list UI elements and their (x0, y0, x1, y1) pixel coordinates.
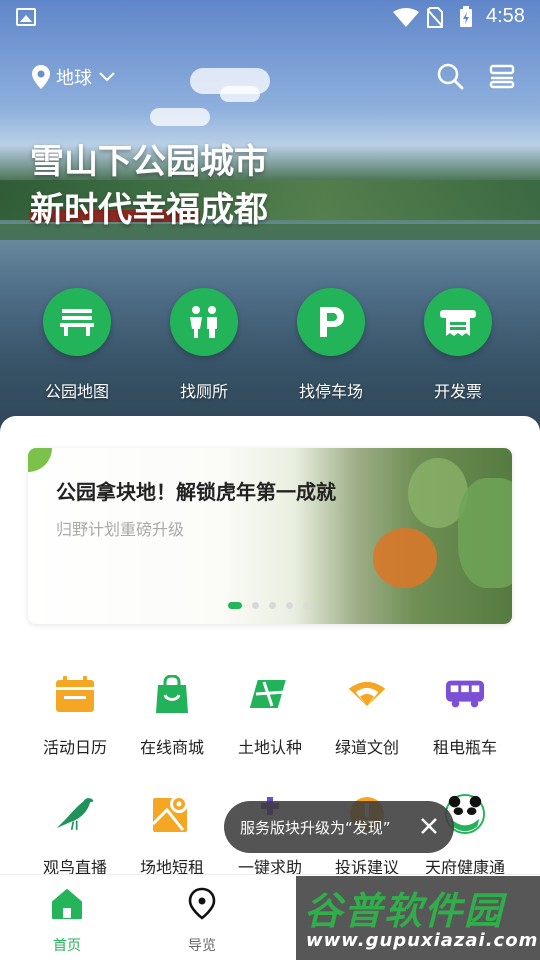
service-label: 活动日历 (42, 738, 107, 757)
bus-icon (445, 680, 485, 708)
tab-label: 导览 (188, 938, 216, 954)
service-label: 绿道文创 (334, 738, 399, 757)
invoice-circle (424, 288, 492, 356)
tab-label: 首页 (53, 938, 81, 954)
menu-icon[interactable] (488, 62, 516, 90)
shopping-bag-icon (156, 675, 188, 713)
watermark-title: 谷普软件园 (304, 889, 505, 933)
restroom-circle (170, 288, 238, 356)
status-bar: 4:58 (0, 0, 540, 36)
banner-pagination (228, 602, 320, 609)
service-label: 在线商城 (139, 738, 204, 757)
banner-title: 公园拿块地！解锁虎年第一成就 (56, 480, 336, 504)
quick-action-label: 找厕所 (179, 382, 228, 401)
kohlrabi-shape (458, 478, 512, 588)
quick-action-parking[interactable]: 找停车场 (276, 288, 386, 402)
watermark: 谷普软件园 www.gupuxiazai.com (296, 876, 540, 960)
tab-guide[interactable]: 导览 (157, 887, 247, 955)
battery-charging-icon (460, 6, 472, 27)
tab-home[interactable]: 首页 (22, 887, 112, 955)
service-label: 租电瓶车 (432, 738, 497, 757)
quick-action-restroom[interactable]: 找厕所 (149, 288, 259, 402)
service-land-planting[interactable]: 土地认种 (220, 674, 320, 758)
service-online-mall[interactable]: 在线商城 (122, 674, 222, 758)
watermark-url: www.gupuxiazai.com (306, 930, 539, 951)
location-label: 地球 (56, 68, 92, 89)
service-bird-watching[interactable]: 观鸟直播 (25, 794, 125, 878)
close-icon[interactable] (418, 815, 440, 837)
quick-action-label: 开发票 (433, 382, 482, 401)
service-activity-calendar[interactable]: 活动日历 (25, 674, 125, 758)
pumpkin-shape (373, 528, 437, 588)
hero-title-line1: 雪山下公园城市 (30, 142, 268, 182)
quick-action-label: 公园地图 (44, 382, 109, 401)
service-label: 土地认种 (237, 738, 302, 757)
service-greenway-creative[interactable]: 绿道文创 (317, 674, 417, 758)
invoice-printer-icon (440, 310, 476, 336)
pagination-dot[interactable] (269, 602, 276, 609)
toast-text: 服务版块升级为“发现” (240, 818, 391, 837)
image-icon (16, 8, 36, 26)
hero-title-line2: 新时代幸福成都 (30, 190, 268, 230)
promo-banner[interactable]: 公园拿块地！解锁虎年第一成就 归野计划重磅升级 (28, 448, 512, 624)
location-selector[interactable]: 地球 (32, 64, 116, 90)
map-pin-icon (153, 795, 188, 832)
location-icon (188, 887, 216, 920)
search-icon[interactable] (436, 62, 464, 90)
pagination-dot[interactable] (252, 602, 259, 609)
pagination-dot[interactable] (303, 602, 310, 609)
quick-action-park-map[interactable]: 公园地图 (22, 288, 132, 402)
pagination-dot[interactable] (286, 602, 293, 609)
home-icon (52, 889, 82, 919)
service-venue-rental[interactable]: 场地短租 (122, 794, 222, 878)
leaf-corner-icon (28, 448, 52, 472)
parking-icon (320, 307, 344, 337)
banner-subtitle: 归野计划重磅升级 (56, 520, 185, 539)
chevron-down-icon (99, 72, 115, 82)
quick-action-label: 找停车场 (298, 382, 363, 401)
toast-message: 服务版块升级为“发现” (224, 801, 454, 853)
no-sim-icon (427, 7, 443, 28)
location-pin-icon (32, 65, 50, 89)
calendar-icon (56, 676, 94, 712)
park-map-circle (43, 288, 111, 356)
cloud-shape (220, 86, 260, 102)
cloud-shape (150, 108, 210, 126)
restroom-icon (190, 306, 217, 338)
bird-icon (56, 798, 94, 830)
quick-action-invoice[interactable]: 开发票 (403, 288, 513, 402)
wifi-icon (393, 8, 419, 27)
parking-circle (297, 288, 365, 356)
bench-icon (60, 309, 94, 336)
fan-icon (348, 681, 386, 707)
land-plot-icon (250, 680, 287, 708)
pagination-dot[interactable] (228, 602, 242, 609)
service-ebike-rental[interactable]: 租电瓶车 (415, 674, 515, 758)
status-time: 4:58 (486, 5, 525, 27)
